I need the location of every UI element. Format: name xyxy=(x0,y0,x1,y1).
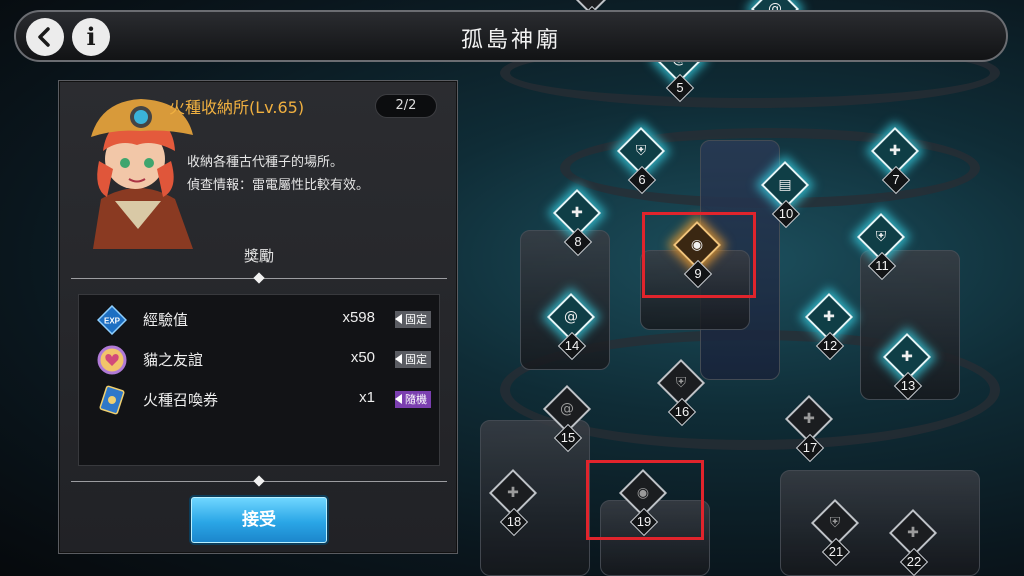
reward-row: 貓之友誼 x50 固定 xyxy=(79,339,441,379)
stage-node-17[interactable]: ✚ 17 xyxy=(780,394,840,463)
node-number-frame: 13 xyxy=(893,371,923,401)
bone-icon: ✚ xyxy=(571,205,583,221)
node-number-frame: 18 xyxy=(499,507,529,537)
stage-node-6[interactable]: ⛨ 6 xyxy=(612,126,672,195)
stage-info-panel: 火種收納所(Lv.65) 2/2 收納各種古代種子的場所。 偵查情報：雷電屬性比… xyxy=(58,80,458,554)
leaf-icon: ❦ xyxy=(578,0,604,4)
reward-name: 火種召喚券 xyxy=(143,391,219,409)
node-number-frame: 21 xyxy=(821,537,851,567)
node-number: 7 xyxy=(892,172,900,187)
spiral-icon: @ xyxy=(560,401,574,417)
shield-icon: ⛨ xyxy=(875,229,887,245)
node-number-frame: 12 xyxy=(815,331,845,361)
node-number: 13 xyxy=(900,378,916,393)
node-number: 14 xyxy=(564,338,580,353)
bone-icon: ✚ xyxy=(907,525,919,541)
reward-name: 貓之友誼 xyxy=(143,351,204,369)
divider-gem xyxy=(253,272,265,284)
node-number: 6 xyxy=(638,172,646,187)
node-number-frame: 17 xyxy=(795,433,825,463)
reward-row: EXP 經驗值 x598 固定 xyxy=(79,299,441,339)
stage-node-22[interactable]: ✚ 22 xyxy=(884,508,944,576)
exp-icon: EXP xyxy=(97,305,127,335)
node-number-frame: 8 xyxy=(563,227,593,257)
bone-icon: ✚ xyxy=(889,143,901,159)
node-number-frame: 7 xyxy=(881,165,911,195)
reward-tag-fixed: 固定 xyxy=(395,351,431,368)
book-icon: ▤ xyxy=(778,177,792,193)
bone-icon: ✚ xyxy=(507,485,519,501)
node-number: 12 xyxy=(822,338,838,353)
stage-node-12[interactable]: ✚ 12 xyxy=(800,292,860,361)
description-line: 收納各種古代種子的場所。 xyxy=(187,155,344,170)
stage-node-13[interactable]: ✚ 13 xyxy=(878,332,938,401)
cat-friendship-icon xyxy=(97,345,127,375)
node-number-frame: 15 xyxy=(553,423,583,453)
reward-row: 火種召喚券 x1 隨機 xyxy=(79,379,441,419)
stage-node-21[interactable]: ⛨ 21 xyxy=(806,498,866,567)
shield-icon: ⛨ xyxy=(829,515,841,531)
svg-text:EXP: EXP xyxy=(104,317,121,326)
spiral-icon: @ xyxy=(564,309,578,325)
reward-quantity: x1 xyxy=(359,389,375,406)
stage-node-14[interactable]: @ 14 xyxy=(542,292,602,361)
node-number-frame: 6 xyxy=(627,165,657,195)
divider-gem xyxy=(253,475,265,487)
reward-tag-fixed: 固定 xyxy=(395,311,431,328)
reward-tag-random: 隨機 xyxy=(395,391,431,408)
reward-section-title: 獎勵 xyxy=(243,247,274,265)
shield-icon: ⛨ xyxy=(635,143,647,159)
stage-description: 收納各種古代種子的場所。 偵查情報：雷電屬性比較有效。 xyxy=(187,151,427,197)
accept-button[interactable]: 接受 xyxy=(191,497,327,543)
node-number: 11 xyxy=(875,258,889,273)
node-number: 5 xyxy=(676,80,684,95)
bone-icon: ✚ xyxy=(823,309,835,325)
highlight-box-stage-9 xyxy=(642,212,756,298)
bone-icon: ✚ xyxy=(901,349,913,365)
reward-name: 經驗值 xyxy=(143,311,189,329)
node-number: 21 xyxy=(828,544,844,559)
stage-node-10[interactable]: ▤ 10 xyxy=(756,160,816,229)
node-number-frame: 11 xyxy=(867,251,897,281)
node-number: 16 xyxy=(674,404,690,419)
reward-quantity: x50 xyxy=(350,349,375,366)
node-number: 17 xyxy=(802,440,818,455)
node-number: 10 xyxy=(778,206,794,221)
node-number-frame: 10 xyxy=(771,199,801,229)
node-number: 22 xyxy=(906,554,922,569)
node-number-frame: 22 xyxy=(899,547,929,576)
stage-progress-badge: 2/2 xyxy=(375,94,437,118)
stage-title: 火種收納所(Lv.65) xyxy=(169,98,305,117)
node-number: 18 xyxy=(506,514,522,529)
rewards-list: EXP 經驗值 x598 固定 貓之友誼 x50 固定 火種召喚券 x1 隨機 xyxy=(78,294,440,466)
node-number: 8 xyxy=(574,234,582,249)
shield-icon: ⛨ xyxy=(675,375,687,391)
node-number: 15 xyxy=(560,430,576,445)
summon-ticket-icon xyxy=(99,385,125,415)
bone-icon: ✚ xyxy=(803,411,815,427)
page-title: 孤島神廟 xyxy=(460,28,561,53)
node-number-frame: 16 xyxy=(667,397,697,427)
stage-node-7[interactable]: ✚ 7 xyxy=(866,126,926,195)
top-bar: i 孤島神廟 xyxy=(14,10,1008,62)
node-number-frame: 14 xyxy=(557,331,587,361)
stage-node-11[interactable]: ⛨ 11 xyxy=(852,212,912,281)
reward-quantity: x598 xyxy=(342,309,375,326)
stage-node-16[interactable]: ⛨ 16 xyxy=(652,358,712,427)
stage-node-15[interactable]: @ 15 xyxy=(538,384,598,453)
stage-node-8[interactable]: ✚ 8 xyxy=(548,188,608,257)
stage-node-18[interactable]: ✚ 18 xyxy=(484,468,544,537)
node-number-frame: 5 xyxy=(665,73,695,103)
description-line: 偵查情報：雷電屬性比較有效。 xyxy=(187,178,370,193)
highlight-box-stage-19 xyxy=(586,460,704,540)
